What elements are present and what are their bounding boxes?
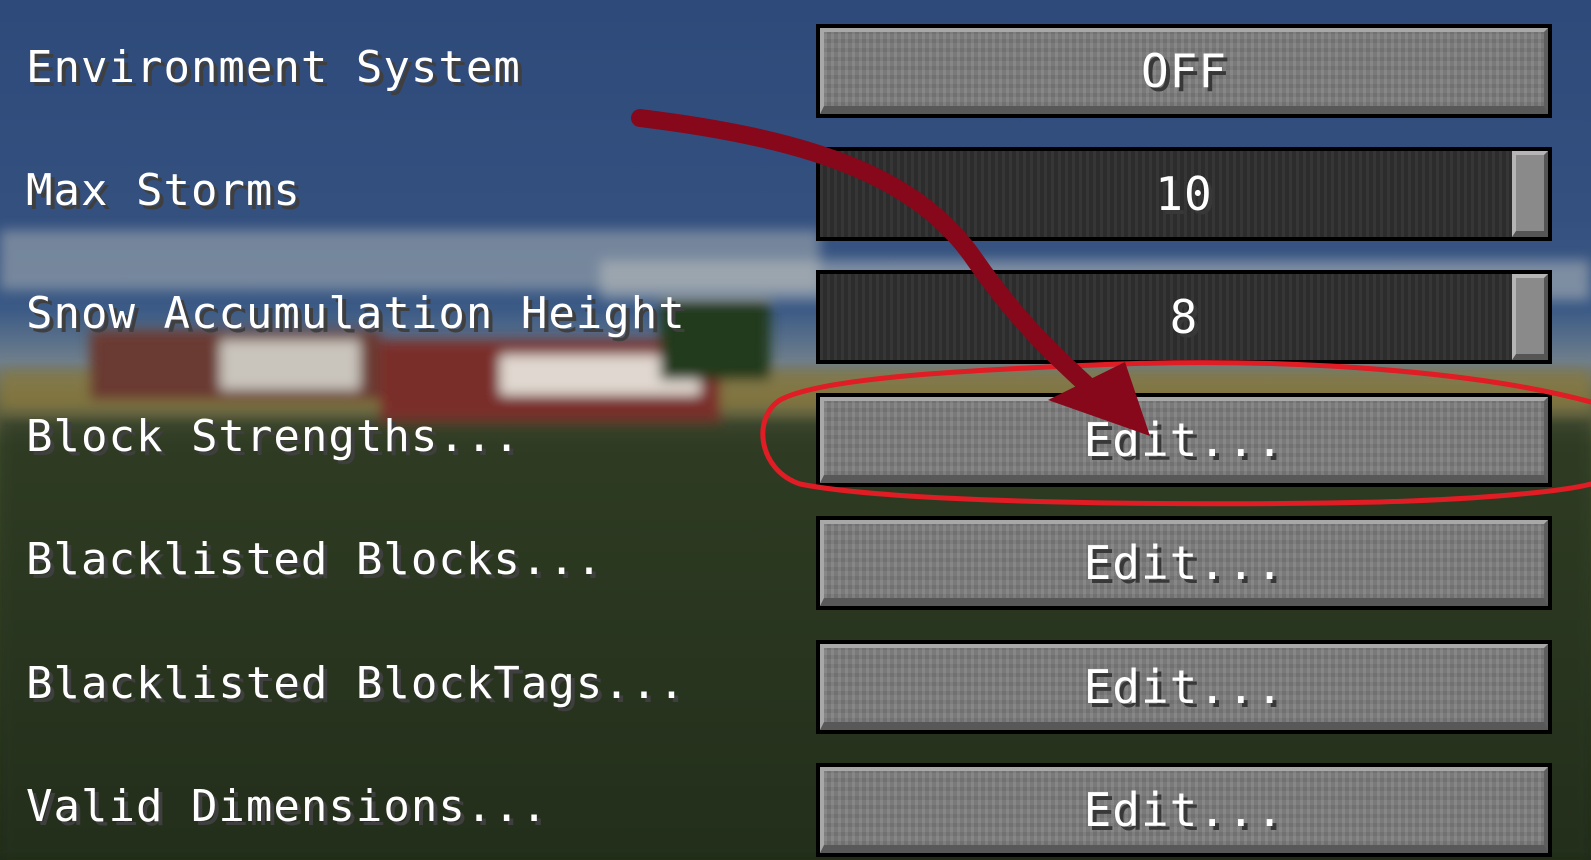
dark-red-arrow <box>631 109 1101 399</box>
red-highlight-circle <box>760 360 1591 507</box>
annotation-overlay <box>631 109 1591 507</box>
